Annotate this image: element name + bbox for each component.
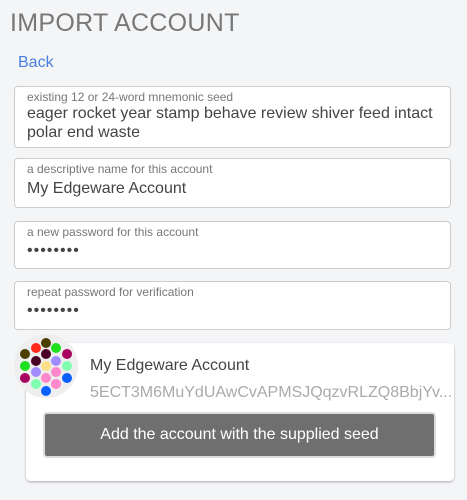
- account-name: My Edgeware Account: [90, 357, 250, 374]
- identicon-dot: [41, 361, 51, 371]
- account-address: 5ECT3M6MuYdUAwCvAPMSJQqzvRLZQ8BbjYv...: [90, 384, 453, 401]
- password-label: a new password for this account: [27, 225, 199, 239]
- add-account-button[interactable]: Add the account with the supplied seed: [43, 412, 436, 458]
- back-link[interactable]: Back: [18, 54, 54, 72]
- identicon-dot: [20, 373, 30, 383]
- name-input[interactable]: My Edgeware Account: [27, 179, 438, 198]
- identicon-dot: [51, 379, 61, 389]
- name-field[interactable]: a descriptive name for this account My E…: [14, 158, 451, 208]
- identicon-dot: [51, 367, 61, 377]
- repeat-password-label: repeat password for verification: [27, 285, 194, 299]
- password-input[interactable]: ••••••••: [27, 241, 438, 261]
- page-title: IMPORT ACCOUNT: [10, 9, 240, 37]
- identicon-dot: [20, 349, 30, 359]
- identicon-dot: [62, 349, 72, 359]
- identicon-dot: [41, 349, 51, 359]
- identicon-icon: [14, 334, 78, 398]
- identicon-dot: [31, 343, 41, 353]
- identicon-dot: [41, 373, 51, 383]
- repeat-password-field[interactable]: repeat password for verification •••••••…: [14, 281, 451, 330]
- identicon-dot: [62, 373, 72, 383]
- identicon-dot: [20, 361, 30, 371]
- identicon-dot: [31, 356, 41, 366]
- identicon-dot: [41, 386, 51, 396]
- identicon-dot: [51, 343, 61, 353]
- repeat-password-input[interactable]: ••••••••: [27, 301, 438, 321]
- identicon-dot: [51, 356, 61, 366]
- identicon-dot: [41, 338, 51, 348]
- identicon-dot: [62, 361, 72, 371]
- password-field[interactable]: a new password for this account ••••••••: [14, 221, 451, 269]
- seed-label: existing 12 or 24-word mnemonic seed: [27, 90, 234, 104]
- seed-field[interactable]: existing 12 or 24-word mnemonic seed eag…: [14, 86, 451, 148]
- identicon-dot: [31, 367, 41, 377]
- seed-input[interactable]: eager rocket year stamp behave review sh…: [27, 104, 438, 142]
- name-label: a descriptive name for this account: [27, 162, 213, 176]
- identicon-dot: [31, 379, 41, 389]
